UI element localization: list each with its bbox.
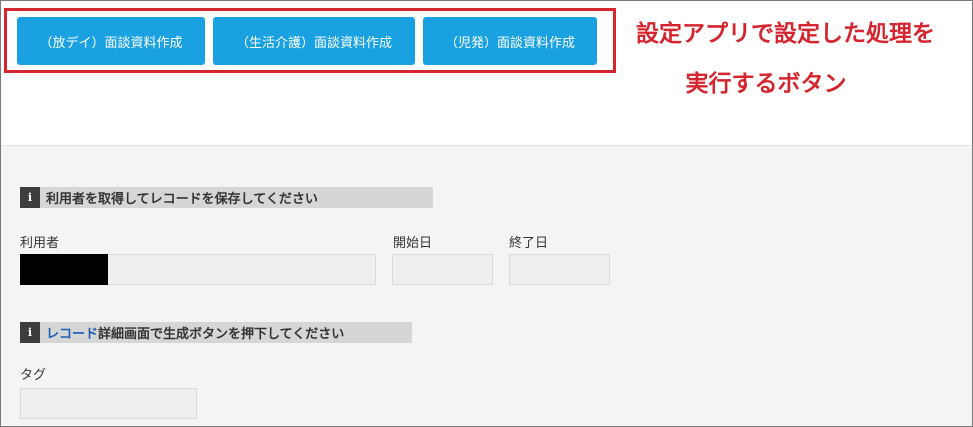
section-header-label-rest: 詳細画面で生成ボタンを押下してください	[98, 327, 345, 342]
section-header-generate: i レコード詳細画面で生成ボタンを押下してください	[20, 322, 412, 343]
user-field-label: 利用者	[20, 236, 60, 251]
user-field[interactable]	[20, 254, 376, 285]
section-header-label: レコード詳細画面で生成ボタンを押下してください	[40, 323, 344, 342]
redacted-value	[20, 254, 108, 285]
record-link-text: レコード	[46, 327, 99, 342]
create-interview-doc-hoday-button[interactable]: （放デイ）面談資料作成	[17, 17, 205, 65]
tag-field[interactable]	[20, 388, 197, 419]
info-icon: i	[20, 322, 40, 343]
tag-field-label: タグ	[20, 368, 47, 383]
annotation-text-line1: 設定アプリで設定した処理を	[636, 21, 935, 47]
start-date-field[interactable]	[392, 254, 493, 285]
section-header-fetch-user: i 利用者を取得してレコードを保存してください	[20, 187, 433, 208]
annotation-text-line2: 実行するボタン	[685, 71, 847, 97]
info-icon: i	[20, 187, 40, 208]
end-date-field[interactable]	[509, 254, 610, 285]
create-interview-doc-seikatsu-button[interactable]: （生活介護）面談資料作成	[213, 17, 415, 65]
start-date-field-label: 開始日	[393, 236, 433, 251]
end-date-field-label: 終了日	[509, 236, 549, 251]
create-interview-doc-jihatsu-button[interactable]: （児発）面談資料作成	[423, 17, 597, 65]
section-header-label: 利用者を取得してレコードを保存してください	[46, 192, 318, 207]
